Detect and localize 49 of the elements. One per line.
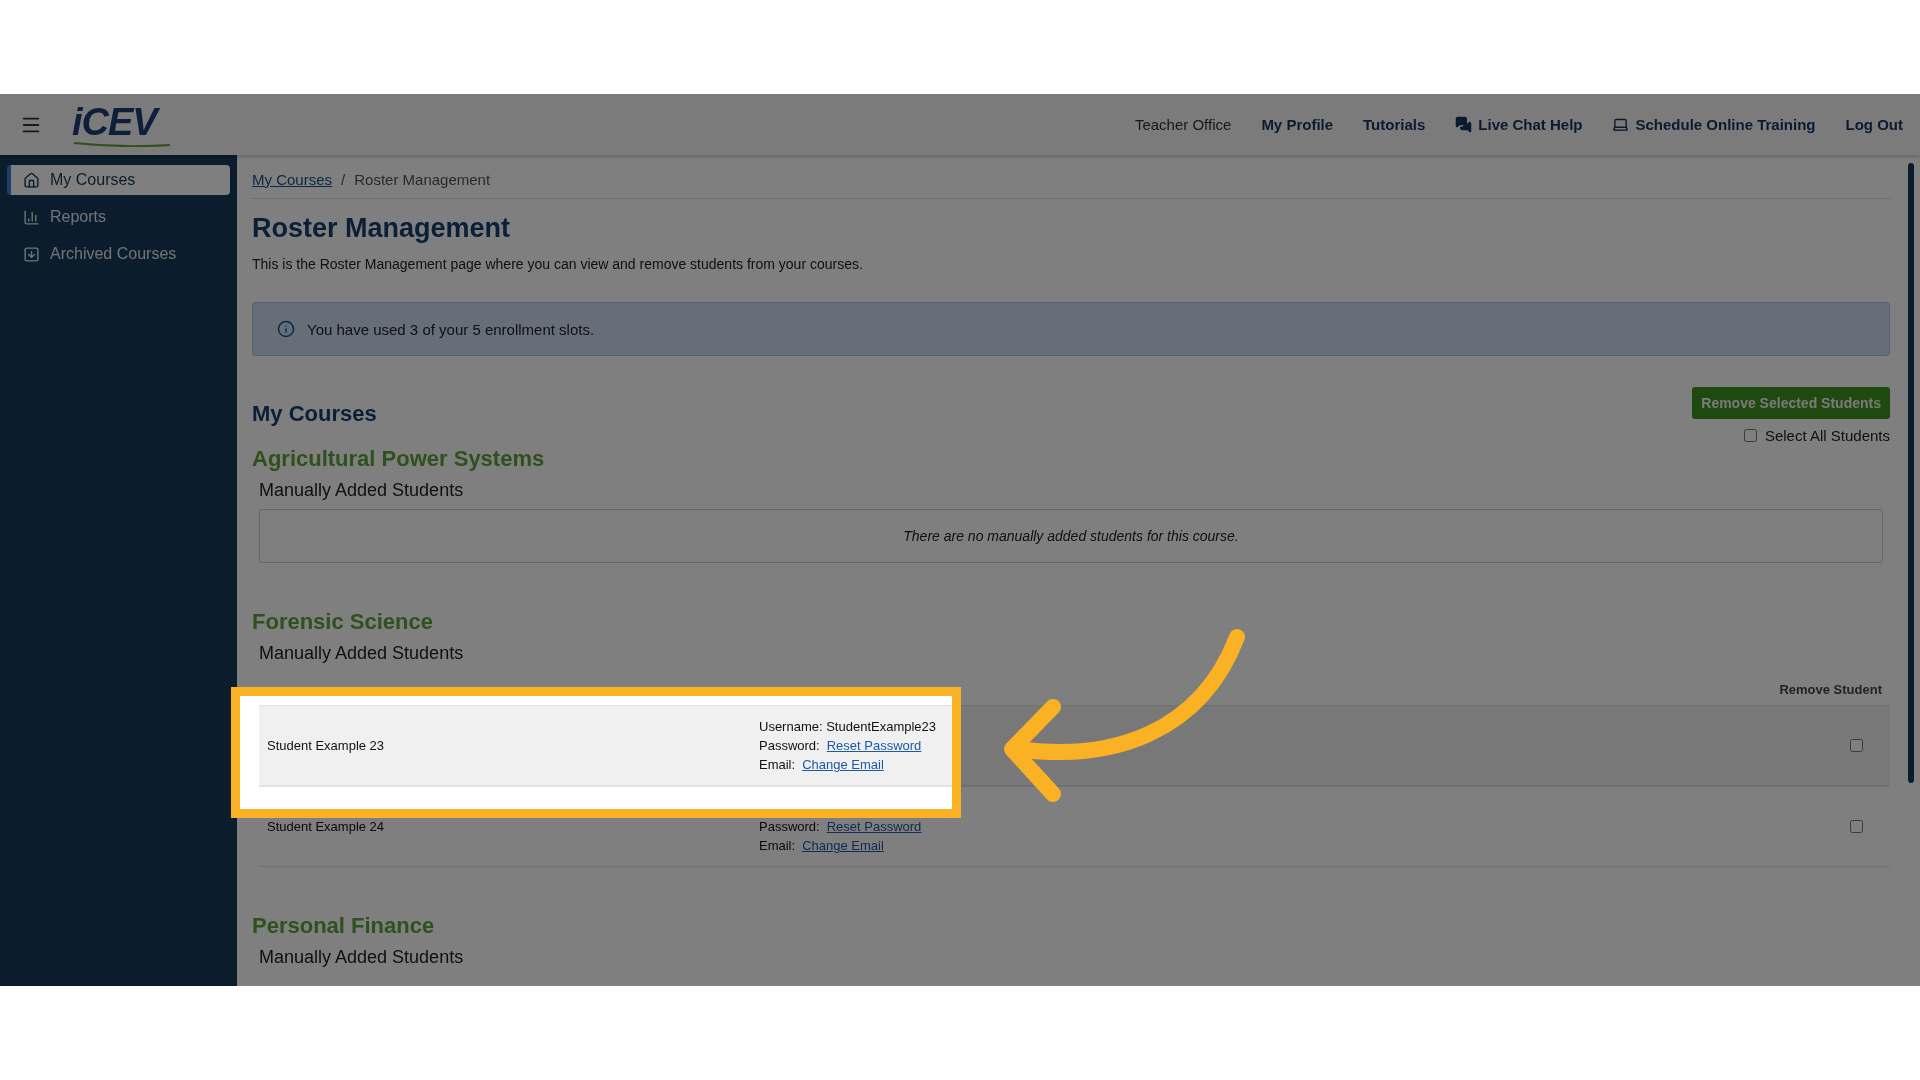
breadcrumb-link[interactable]: My Courses bbox=[252, 171, 333, 188]
remove-checkbox[interactable] bbox=[1850, 820, 1863, 833]
course-subtitle: Manually Added Students bbox=[259, 643, 465, 664]
breadcrumb-separator: / bbox=[341, 171, 346, 188]
laptop-icon bbox=[1612, 116, 1630, 133]
logo-swoosh-icon bbox=[72, 140, 172, 147]
home-icon bbox=[23, 171, 40, 189]
course-subtitle: Manually Added Students bbox=[259, 480, 465, 501]
change-email-link[interactable]: Change Email bbox=[802, 757, 884, 772]
page-title: Roster Management bbox=[252, 213, 512, 244]
empty-message: There are no manually added students for this course. bbox=[259, 509, 1883, 563]
page-description: This is the Roster Management page where you can view and remove students from your courses. bbox=[252, 256, 864, 272]
info-icon bbox=[277, 320, 295, 338]
email-label: Email: bbox=[759, 757, 796, 772]
nav-link[interactable]: Schedule Online Training bbox=[1612, 116, 1816, 133]
nav-link[interactable]: Teacher Office bbox=[1134, 116, 1232, 133]
section-heading: My Courses bbox=[252, 401, 377, 428]
chat-icon bbox=[1455, 116, 1473, 133]
archive-icon bbox=[23, 245, 40, 263]
nav-link[interactable]: My Profile bbox=[1261, 116, 1334, 133]
checkbox[interactable] bbox=[1743, 429, 1757, 442]
remove-students-button[interactable]: Remove Selected Students bbox=[1692, 387, 1890, 419]
chart-icon bbox=[23, 208, 40, 226]
student-name: Student Example 24 bbox=[267, 819, 386, 834]
password-label: Password: bbox=[759, 819, 820, 834]
change-email-link[interactable]: Change Email bbox=[802, 838, 884, 853]
nav-link[interactable]: Tutorials bbox=[1363, 116, 1426, 133]
password-label: Password: bbox=[759, 738, 820, 753]
alert-text: You have used 3 of your 5 enrollment slots. bbox=[307, 320, 595, 338]
reset-password-link[interactable]: Reset Password bbox=[826, 738, 922, 753]
column-header: Remove Student bbox=[1778, 682, 1882, 697]
sidebar-item[interactable]: Reports bbox=[7, 202, 230, 232]
scrollbar[interactable] bbox=[1908, 163, 1914, 783]
student-name: Student Example 23 bbox=[267, 738, 386, 753]
reset-password-link[interactable]: Reset Password bbox=[826, 819, 922, 834]
sidebar-item[interactable]: My Courses bbox=[7, 165, 230, 195]
course-title: Agricultural Power Systems bbox=[252, 446, 546, 472]
select-all-checkbox[interactable]: Select All Students bbox=[1743, 427, 1890, 444]
username-text: Username: StudentExample23 bbox=[759, 719, 938, 734]
course-title: Forensic Science bbox=[252, 609, 434, 635]
sidebar-item[interactable]: Archived Courses bbox=[7, 239, 230, 269]
email-label: Email: bbox=[759, 838, 796, 853]
nav-link[interactable]: Log Out bbox=[1845, 116, 1903, 133]
breadcrumb-current: Roster Management bbox=[354, 171, 491, 188]
logo[interactable]: iCEV bbox=[72, 102, 172, 147]
course-subtitle: Manually Added Students bbox=[259, 947, 465, 968]
nav-link[interactable]: Live Chat Help bbox=[1455, 116, 1583, 133]
course-title: Personal Finance bbox=[252, 913, 436, 939]
remove-checkbox[interactable] bbox=[1850, 739, 1863, 752]
